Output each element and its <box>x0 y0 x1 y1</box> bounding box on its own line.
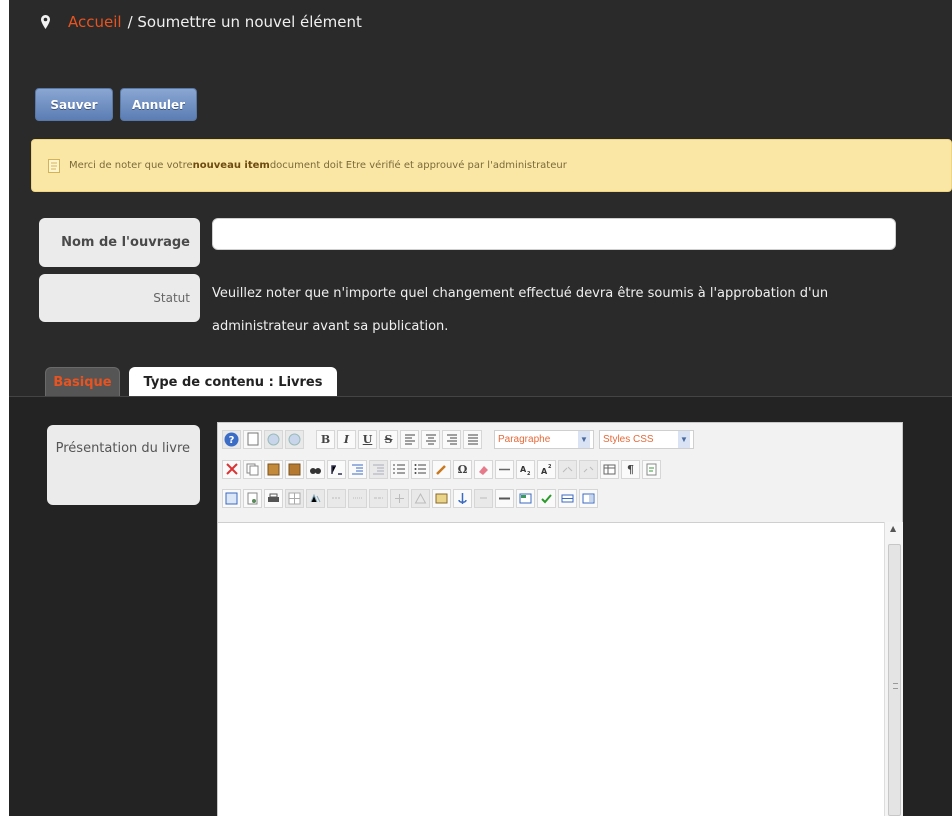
underline-button[interactable]: U <box>358 429 377 449</box>
save-button[interactable]: Sauver <box>35 88 113 121</box>
find-icon[interactable] <box>306 459 325 479</box>
attribs-icon[interactable] <box>411 488 430 508</box>
align-justify-icon[interactable] <box>463 429 482 449</box>
layer-icon[interactable] <box>579 488 598 508</box>
bold-button[interactable]: B <box>316 429 335 449</box>
italic-button[interactable]: I <box>337 429 356 449</box>
copy-icon[interactable] <box>243 459 262 479</box>
editor-toolbar-row-1: ? B I U S Paragraphe ▼ Styles CSS ▼ <box>222 427 694 451</box>
link-icon[interactable] <box>558 459 577 479</box>
cancel-button[interactable]: Annuler <box>120 88 197 121</box>
breadcrumb-current: / Soumettre un nouvel élément <box>127 13 362 31</box>
cut-icon[interactable] <box>222 459 241 479</box>
page: Accueil / Soumettre un nouvel élément Sa… <box>9 0 952 816</box>
chevron-down-icon: ▼ <box>578 430 590 448</box>
indent-icon[interactable] <box>369 459 388 479</box>
notice-text-suffix: document doit Etre vérifié et approuvé p… <box>269 160 567 171</box>
notice-text-prefix: Merci de noter que votre <box>69 160 193 171</box>
insert-hr-icon[interactable] <box>495 488 514 508</box>
template-icon[interactable] <box>516 488 535 508</box>
clean-format-icon[interactable] <box>432 459 451 479</box>
abbr-icon[interactable] <box>306 488 325 508</box>
rich-text-editor: ? B I U S Paragraphe ▼ Styles CSS ▼ Ω A … <box>217 422 903 816</box>
media-icon[interactable] <box>474 488 493 508</box>
book-presentation-label: Présentation du livre <box>47 425 200 505</box>
undo-icon[interactable] <box>264 429 283 449</box>
editor-content-area[interactable] <box>218 522 884 816</box>
tab-basic[interactable]: Basique <box>45 367 120 397</box>
anchor-icon[interactable] <box>453 488 472 508</box>
svg-text:2: 2 <box>527 471 531 476</box>
grip-icon <box>893 683 898 689</box>
breadcrumb-home-link[interactable]: Accueil <box>68 13 122 31</box>
editor-toolbar-row-3 <box>222 486 598 510</box>
editor-toolbar-row-2: Ω A2 A2 ¶ <box>222 457 661 481</box>
align-center-icon[interactable] <box>421 429 440 449</box>
eraser-icon[interactable] <box>474 459 493 479</box>
align-right-icon[interactable] <box>442 429 461 449</box>
horizontal-rule-icon[interactable] <box>495 459 514 479</box>
new-document-icon[interactable] <box>243 429 262 449</box>
note-icon <box>48 158 60 173</box>
svg-text:A: A <box>520 465 527 474</box>
bullet-list-icon[interactable] <box>411 459 430 479</box>
fullscreen-icon[interactable] <box>222 488 241 508</box>
replace-icon[interactable] <box>327 459 346 479</box>
spellcheck-icon[interactable] <box>537 488 556 508</box>
source-icon[interactable] <box>642 459 661 479</box>
quote-icon[interactable] <box>327 488 346 508</box>
special-char-button[interactable]: Ω <box>453 459 472 479</box>
paste-word-icon[interactable] <box>285 459 304 479</box>
table-icon[interactable] <box>600 459 619 479</box>
work-name-label: Nom de l'ouvrage <box>39 218 200 267</box>
paste-icon[interactable] <box>264 459 283 479</box>
numbered-list-icon[interactable] <box>390 459 409 479</box>
cite-icon[interactable] <box>348 488 367 508</box>
notice-text-bold: nouveau item <box>192 160 270 171</box>
work-name-input[interactable] <box>212 218 896 250</box>
editor-scrollbar[interactable]: ▲ <box>884 522 903 816</box>
css-style-value: Styles CSS <box>603 433 654 445</box>
map-pin-icon <box>41 15 50 29</box>
print-icon[interactable] <box>264 488 283 508</box>
svg-text:A: A <box>541 467 548 476</box>
ins-icon[interactable] <box>369 488 388 508</box>
align-left-icon[interactable] <box>400 429 419 449</box>
paragraph-format-value: Paragraphe <box>498 433 551 445</box>
outdent-icon[interactable] <box>348 459 367 479</box>
approval-notice: Merci de noter que votre nouveau item do… <box>31 139 952 192</box>
redo-icon[interactable] <box>285 429 304 449</box>
paragraph-format-select[interactable]: Paragraphe ▼ <box>494 429 594 449</box>
strikethrough-button[interactable]: S <box>379 429 398 449</box>
subscript-icon[interactable]: A2 <box>516 459 535 479</box>
scroll-up-arrow-icon[interactable]: ▲ <box>890 524 896 533</box>
help-icon[interactable]: ? <box>222 429 241 449</box>
show-blocks-button[interactable]: ¶ <box>621 459 640 479</box>
chevron-down-icon: ▼ <box>678 430 690 448</box>
del-icon[interactable] <box>390 488 409 508</box>
grid-icon[interactable] <box>285 488 304 508</box>
breadcrumb: Accueil / Soumettre un nouvel élément <box>41 13 362 31</box>
svg-text:2: 2 <box>548 464 552 470</box>
superscript-icon[interactable]: A2 <box>537 459 556 479</box>
preview-icon[interactable] <box>243 488 262 508</box>
tab-content-type[interactable]: Type de contenu : Livres <box>129 367 337 397</box>
css-style-select[interactable]: Styles CSS ▼ <box>599 429 694 449</box>
form-field-icon[interactable] <box>558 488 577 508</box>
unlink-icon[interactable] <box>579 459 598 479</box>
status-label: Statut <box>39 274 200 322</box>
status-text: Veuillez noter que n'importe quel change… <box>212 286 829 334</box>
image-icon[interactable] <box>432 488 451 508</box>
scrollbar-thumb[interactable] <box>888 544 901 816</box>
svg-text:?: ? <box>229 435 235 446</box>
